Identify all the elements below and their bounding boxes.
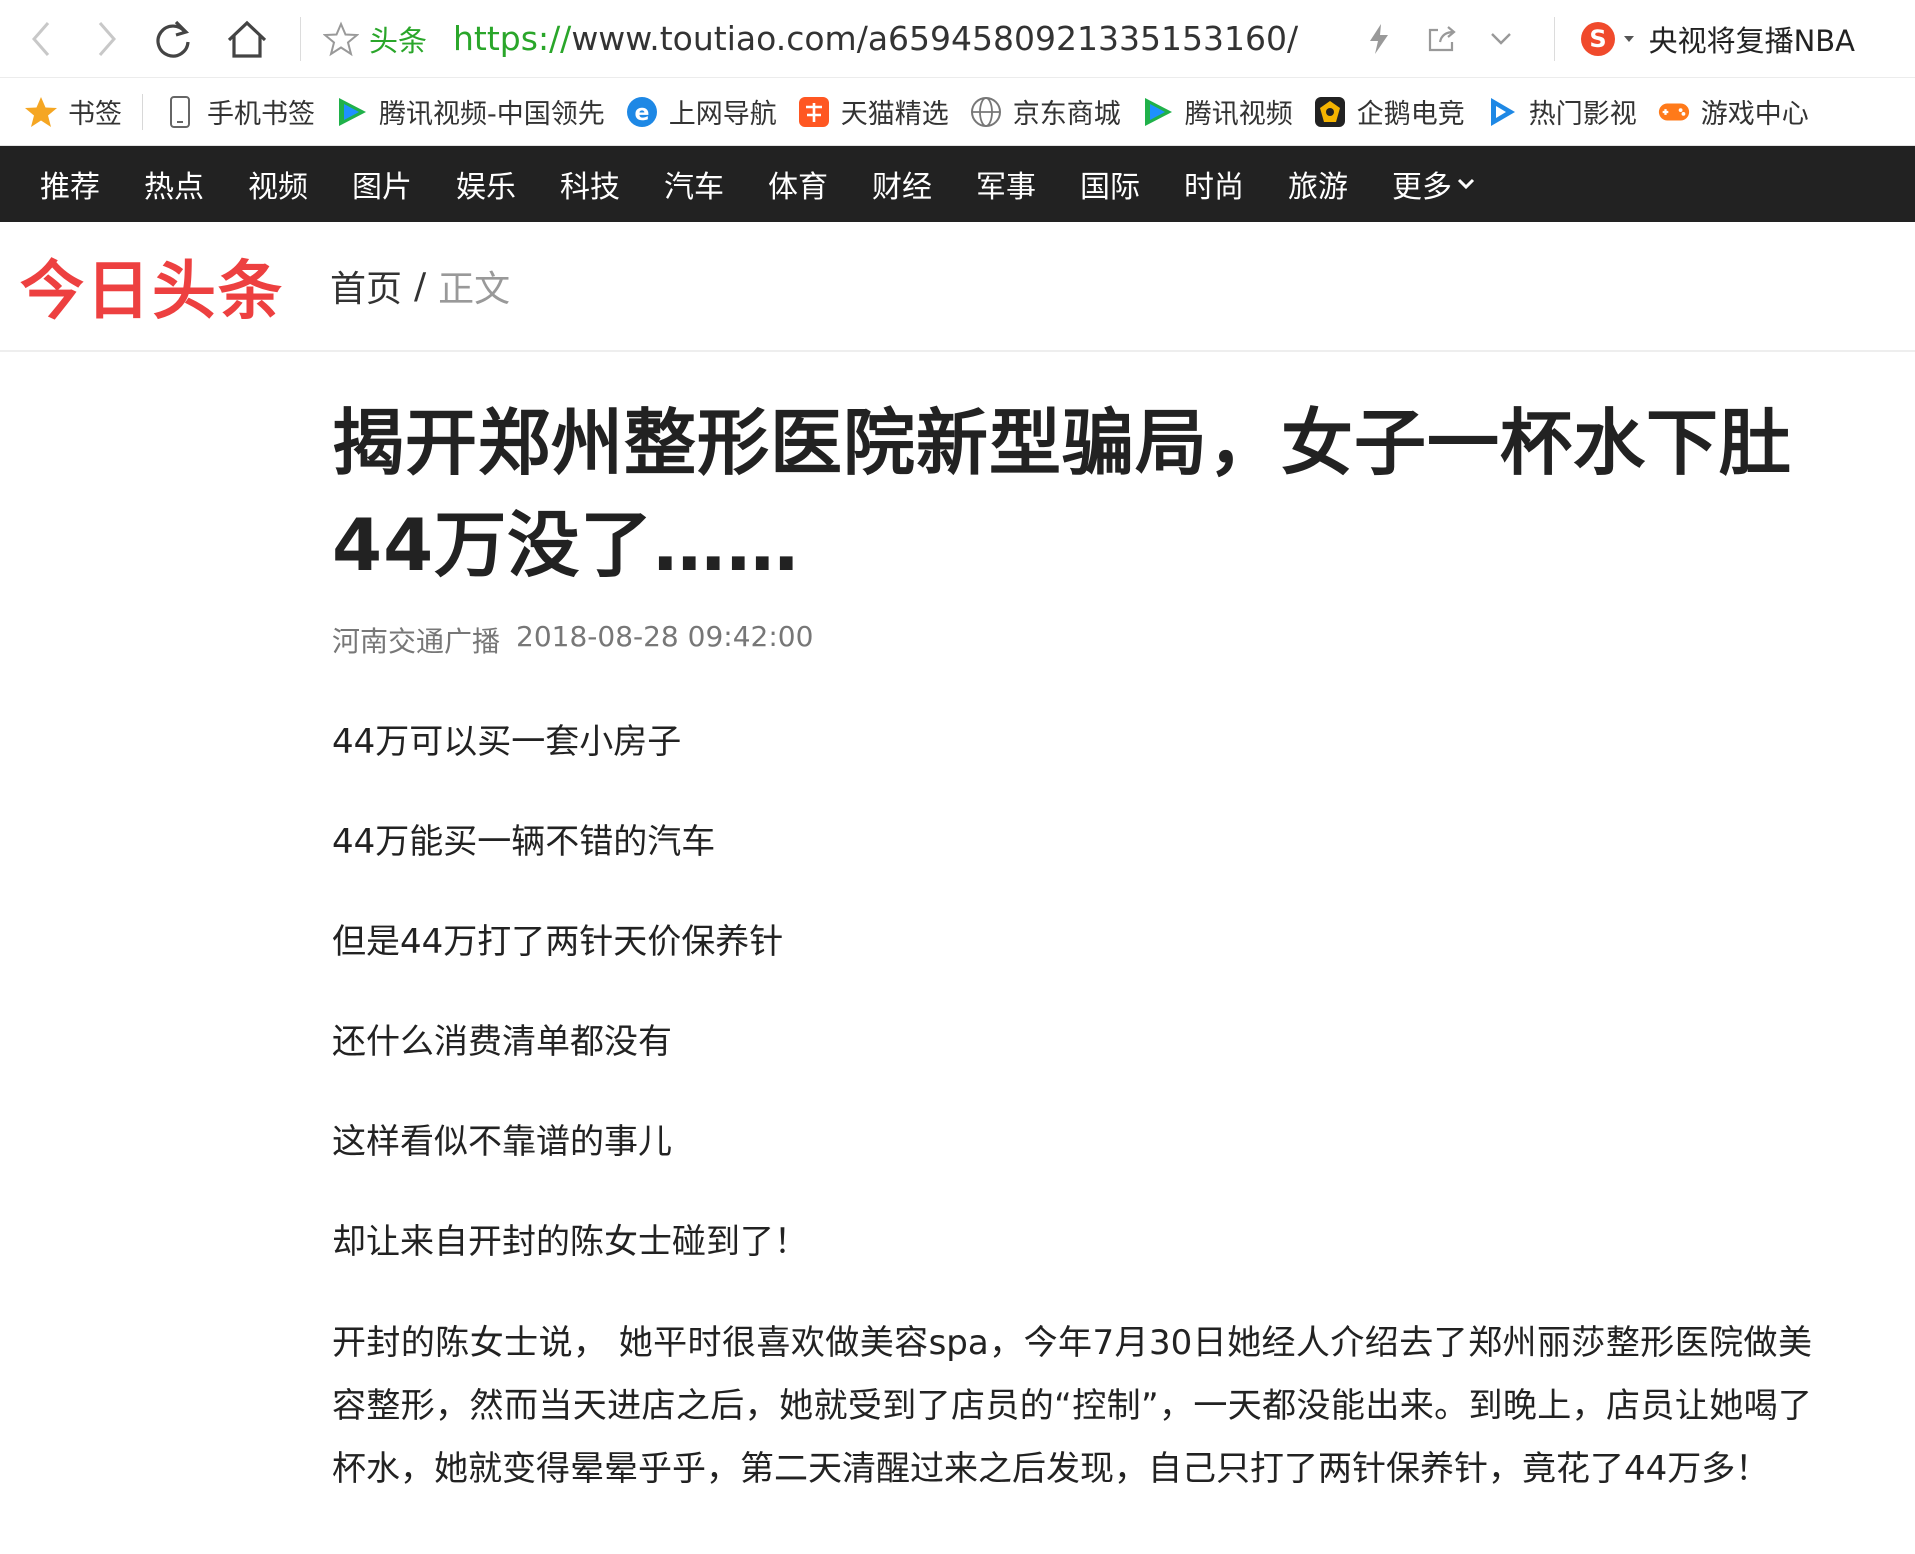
channel-tab[interactable]: 汽车	[664, 162, 724, 206]
bookmarks-bar: 书签 手机书签 腾讯视频-中国领先 e 上网导航 天猫精选 京东商城 腾讯视频 …	[0, 78, 1915, 146]
reload-icon	[156, 20, 190, 58]
channel-tab[interactable]: 科技	[560, 162, 620, 206]
bookmark-item[interactable]: 手机书签	[153, 78, 325, 145]
channel-tab[interactable]: 财经	[872, 162, 932, 206]
article: 揭开郑州整形医院新型骗局，女子一杯水下肚 44万没了…… 河南交通广播 2018…	[332, 392, 1812, 1501]
breadcrumb-current: 正文	[438, 269, 511, 310]
taobao-icon	[797, 95, 831, 129]
forward-button[interactable]	[80, 12, 134, 66]
breadcrumb: 首页 / 正文	[330, 260, 510, 312]
globe-icon	[969, 95, 1003, 129]
article-paragraph: 但是44万打了两针天价保养针	[332, 922, 784, 962]
article-title: 揭开郑州整形医院新型骗局，女子一杯水下肚 44万没了……	[332, 401, 1793, 587]
article-paragraph: 这样看似不靠谱的事儿	[332, 1122, 672, 1162]
toolbar-divider	[300, 16, 301, 61]
address-actions: S 央视将复播NBA	[1366, 0, 1915, 78]
chevron-down-icon	[1457, 178, 1475, 190]
penguin-esports-icon	[1313, 95, 1347, 129]
back-button[interactable]	[14, 12, 68, 66]
caret-down-icon	[1623, 35, 1634, 42]
channel-tab[interactable]: 旅游	[1288, 162, 1348, 206]
tencent-video-icon	[335, 95, 369, 129]
bookmark-label: 上网导航	[668, 99, 777, 130]
channel-tab[interactable]: 体育	[768, 162, 828, 206]
channel-tab[interactable]: 国际	[1080, 162, 1140, 206]
share-icon[interactable]	[1426, 24, 1458, 54]
more-label: 更多	[1392, 170, 1452, 205]
bookmark-label: 书签	[68, 99, 122, 130]
lightning-icon[interactable]	[1366, 22, 1392, 56]
gamepad-icon	[1657, 95, 1691, 129]
chevron-left-icon	[32, 21, 50, 56]
svg-text:e: e	[634, 101, 649, 126]
sogou-icon: S	[1580, 21, 1615, 56]
channel-tab[interactable]: 娱乐	[456, 162, 516, 206]
chevron-down-icon[interactable]	[1488, 29, 1514, 49]
hot-search-text[interactable]: 央视将复播NBA	[1649, 18, 1855, 60]
channel-tab[interactable]: 热点	[144, 162, 204, 206]
bookmark-label: 京东商城	[1012, 99, 1121, 130]
bookmark-item[interactable]: e 上网导航	[615, 78, 787, 145]
home-icon	[227, 20, 267, 58]
article-meta: 河南交通广播 2018-08-28 09:42:00	[332, 620, 1812, 660]
article-paragraph: 44万能买一辆不错的汽车	[332, 822, 716, 862]
channel-tab[interactable]: 推荐	[40, 162, 100, 206]
bookmark-item[interactable]: 天猫精选	[787, 78, 959, 145]
channel-tab[interactable]: 图片	[352, 162, 412, 206]
bookmark-item[interactable]: 腾讯视频-中国领先	[325, 78, 615, 145]
phone-icon	[163, 95, 197, 129]
article-source[interactable]: 河南交通广播	[332, 620, 500, 660]
bookmark-item[interactable]: 腾讯视频	[1131, 78, 1303, 145]
bookmark-label: 腾讯视频-中国领先	[379, 99, 605, 130]
site-header: 今日头条 首页 / 正文	[0, 222, 1915, 352]
breadcrumb-separator: /	[414, 265, 427, 307]
channel-nav: 推荐 热点 视频 图片 娱乐 科技 汽车 体育 财经 军事 国际 时尚 旅游 更…	[0, 146, 1915, 222]
star-icon	[24, 95, 58, 129]
bookmark-item[interactable]: 热门影视	[1475, 78, 1647, 145]
channel-tab[interactable]: 时尚	[1184, 162, 1244, 206]
bookmark-label: 热门影视	[1528, 99, 1637, 130]
channel-tab[interactable]: 视频	[248, 162, 308, 206]
ie-icon: e	[625, 95, 659, 129]
star-outline-icon[interactable]	[323, 20, 359, 57]
url-protocol: https://	[453, 19, 572, 58]
bookmark-item[interactable]: 企鹅电竞	[1303, 78, 1475, 145]
channel-tab[interactable]: 军事	[976, 162, 1036, 206]
play-icon	[1485, 95, 1519, 129]
article-paragraph: 开封的陈女士说， 她平时很喜欢做美容spa，今年7月30日她经人介绍去了郑州丽莎…	[332, 1323, 1812, 1489]
article-paragraph: 还什么消费清单都没有	[332, 1022, 672, 1062]
tencent-video-icon	[1141, 95, 1175, 129]
more-channels-menu[interactable]: 更多	[1392, 162, 1476, 206]
chevron-right-icon	[98, 21, 116, 56]
article-paragraph: 却让来自开封的陈女士碰到了！	[332, 1222, 808, 1262]
url-text: www.toutiao.com/a6594580921335153160/	[571, 19, 1299, 58]
bookmark-label: 天猫精选	[840, 99, 949, 130]
site-logo[interactable]: 今日头条	[20, 240, 284, 332]
site-tag: 头条	[369, 23, 428, 58]
bookmark-label: 游戏中心	[1700, 99, 1809, 130]
url-field[interactable]: 头条 https://www.toutiao.com/a659458092133…	[315, 0, 1366, 78]
reload-button[interactable]	[146, 12, 200, 66]
bookmark-label: 手机书签	[207, 99, 315, 130]
breadcrumb-home-link[interactable]: 首页	[330, 260, 402, 312]
bookmark-item[interactable]: 京东商城	[959, 78, 1131, 145]
svg-text:S: S	[1589, 25, 1606, 53]
article-datetime: 2018-08-28 09:42:00	[516, 620, 814, 653]
bookmark-label: 企鹅电竞	[1356, 99, 1465, 130]
bookmark-label: 腾讯视频	[1184, 99, 1293, 130]
bookmark-item[interactable]: 书签	[0, 78, 132, 145]
toolbar-divider	[1553, 16, 1555, 61]
article-paragraph: 44万可以买一套小房子	[332, 722, 682, 762]
bookmark-divider	[142, 93, 143, 130]
home-button[interactable]	[220, 12, 274, 66]
address-bar: 头条 https://www.toutiao.com/a659458092133…	[0, 0, 1915, 78]
bookmark-item[interactable]: 游戏中心	[1647, 78, 1819, 145]
search-engine-selector[interactable]: S	[1579, 20, 1637, 58]
